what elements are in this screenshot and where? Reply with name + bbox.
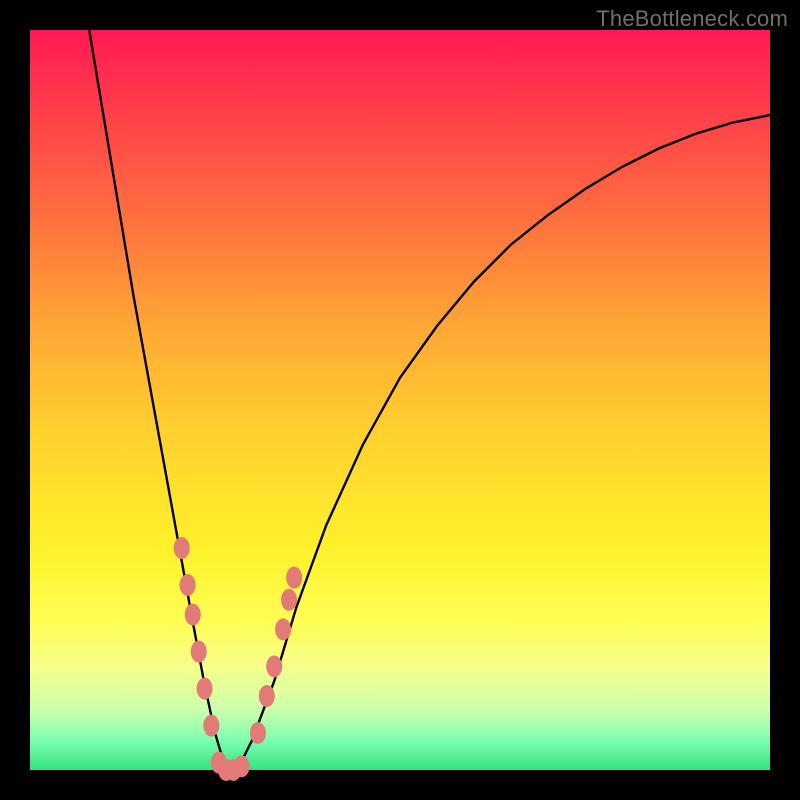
scatter-dot bbox=[185, 604, 201, 626]
plot-area bbox=[30, 30, 770, 770]
scatter-dot bbox=[281, 589, 297, 611]
curve-layer bbox=[30, 30, 770, 770]
scatter-dot bbox=[266, 655, 282, 677]
chart-frame: TheBottleneck.com bbox=[0, 0, 800, 800]
scatter-dot bbox=[197, 678, 213, 700]
watermark-text: TheBottleneck.com bbox=[596, 6, 788, 32]
scatter-dot bbox=[203, 715, 219, 737]
scatter-dot bbox=[234, 755, 250, 777]
bottleneck-curve bbox=[89, 30, 770, 770]
scatter-dot bbox=[259, 685, 275, 707]
scatter-dot bbox=[180, 574, 196, 596]
scatter-dots bbox=[174, 537, 303, 781]
scatter-dot bbox=[286, 567, 302, 589]
scatter-dot bbox=[174, 537, 190, 559]
scatter-dot bbox=[191, 641, 207, 663]
scatter-dot bbox=[275, 618, 291, 640]
scatter-dot bbox=[250, 722, 266, 744]
